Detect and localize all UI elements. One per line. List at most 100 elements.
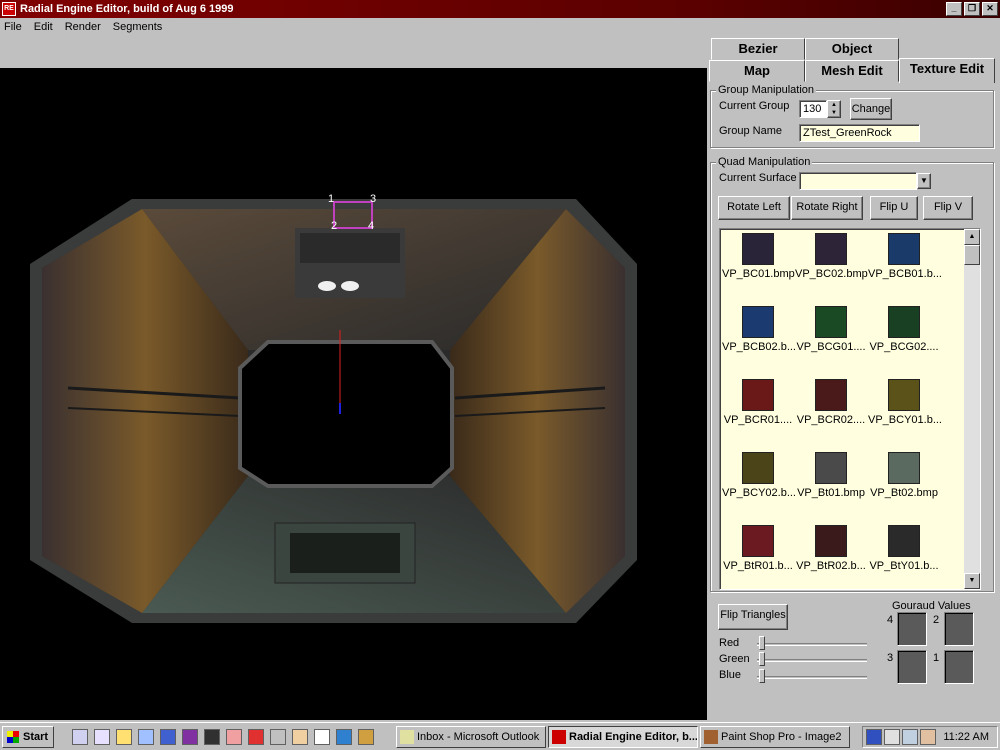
quicklaunch-notepad-icon[interactable] (314, 729, 330, 745)
tab-object[interactable]: Object (805, 38, 899, 60)
quicklaunch-paint-icon[interactable] (292, 729, 308, 745)
menu-bar: File Edit Render Segments (0, 18, 1000, 36)
quicklaunch-app-icon[interactable] (182, 729, 198, 745)
menu-edit[interactable]: Edit (34, 21, 53, 33)
texture-list[interactable]: VP_BC01.bmp VP_BC02.bmp VP_BCB01.b... VP_BC… (719, 228, 981, 590)
envelope-icon (400, 730, 414, 744)
texture-item[interactable]: VP_BCG01.... (795, 306, 867, 353)
texture-item[interactable]: VP_Bt01.bmp (795, 452, 867, 499)
texture-item[interactable]: VP_Bt02.bmp (868, 452, 940, 499)
texture-thumbnail (888, 452, 920, 484)
texture-name: VP_BCY01.b... (868, 414, 942, 426)
red-slider-thumb[interactable] (759, 636, 765, 650)
tray-network-icon[interactable] (884, 729, 900, 745)
tab-bezier[interactable]: Bezier (711, 38, 805, 60)
green-slider-track[interactable] (757, 659, 867, 662)
tray-app-icon[interactable] (920, 729, 936, 745)
quicklaunch-tree-icon[interactable] (270, 729, 286, 745)
chevron-down-icon[interactable]: ▼ (917, 173, 931, 189)
texture-item[interactable]: VP_BtR01.b... (722, 525, 794, 572)
texture-item[interactable]: VP_BtR02.b... (795, 525, 867, 572)
blue-slider-track[interactable] (757, 676, 867, 679)
texture-item[interactable]: VP_BC01.bmp (722, 233, 795, 280)
task-paint-shop-pro[interactable]: Paint Shop Pro - Image2 (700, 726, 850, 748)
task-paint-shop-pro-label: Paint Shop Pro - Image2 (721, 731, 842, 743)
vertex-label-2: 2 (331, 220, 337, 232)
texture-item[interactable]: VP_BtY01.b... (868, 525, 940, 572)
app-icon[interactable]: RE (2, 2, 16, 16)
texture-item[interactable]: VP_BCB01.b... (868, 233, 942, 280)
texture-thumbnail (815, 452, 847, 484)
quicklaunch-terminal-icon[interactable] (204, 729, 220, 745)
3d-viewport[interactable]: 1 3 2 4 (0, 68, 707, 720)
quicklaunch-search-icon[interactable] (116, 729, 132, 745)
task-radial-engine-label: Radial Engine Editor, b... (569, 731, 698, 743)
change-button[interactable]: Change (850, 98, 892, 120)
tray-shield-icon[interactable] (866, 729, 882, 745)
current-group-input[interactable]: 130 (799, 100, 827, 118)
texture-item[interactable]: VP_BCR01.... (722, 379, 794, 426)
menu-file[interactable]: File (4, 21, 22, 33)
gouraud-box-3[interactable] (897, 650, 927, 684)
task-outlook[interactable]: Inbox - Microsoft Outlook (396, 726, 546, 748)
rotate-right-button[interactable]: Rotate Right (791, 196, 863, 220)
restore-button[interactable]: ❐ (964, 2, 980, 16)
group-name-input[interactable]: ZTest_GreenRock (799, 124, 920, 142)
texture-thumbnail (815, 306, 847, 338)
editor-panel: Bezier Object Map Mesh Edit Texture Edit… (707, 36, 1000, 720)
texture-item[interactable]: VP_BC02.bmp (795, 233, 868, 280)
gouraud-box-4[interactable] (897, 612, 927, 646)
texture-thumbnail (888, 306, 920, 338)
texture-list-scrollbar[interactable]: ▲ ▼ (964, 229, 980, 589)
flip-triangles-button[interactable]: Flip Triangles (718, 604, 788, 630)
texture-item[interactable]: VP_BCY02.b... (722, 452, 796, 499)
group-spinner[interactable]: ▲ ▼ (827, 100, 841, 118)
flip-v-button[interactable]: Flip V (923, 196, 973, 220)
texture-name: VP_BCG01.... (796, 341, 866, 353)
texture-item[interactable]: VP_BCG02.... (868, 306, 940, 353)
tab-mesh-edit[interactable]: Mesh Edit (805, 60, 899, 82)
texture-item[interactable]: VP_BCY01.b... (868, 379, 942, 426)
task-radial-engine[interactable]: Radial Engine Editor, b... (548, 726, 698, 748)
gouraud-values-title: Gouraud Values (892, 600, 971, 612)
quicklaunch-word-icon[interactable] (160, 729, 176, 745)
task-outlook-label: Inbox - Microsoft Outlook (417, 731, 540, 743)
red-slider-track[interactable] (757, 643, 867, 646)
blue-slider-thumb[interactable] (759, 669, 765, 683)
menu-segments[interactable]: Segments (113, 21, 163, 33)
gouraud-box-2[interactable] (944, 612, 974, 646)
texture-item[interactable]: VP_BCB02.b... (722, 306, 796, 353)
quicklaunch-explorer-icon[interactable] (72, 729, 88, 745)
texture-name: VP_BtR01.b... (723, 560, 793, 572)
texture-thumbnail (888, 379, 920, 411)
quicklaunch-folder-icon[interactable] (358, 729, 374, 745)
tab-map[interactable]: Map (709, 60, 805, 82)
quicklaunch-desktop-icon[interactable] (138, 729, 154, 745)
rotate-left-button[interactable]: Rotate Left (718, 196, 790, 220)
quicklaunch-tool-icon[interactable] (226, 729, 242, 745)
quicklaunch-acrobat-icon[interactable] (248, 729, 264, 745)
vertex-label-1: 1 (328, 193, 334, 205)
quicklaunch-monitor-icon[interactable] (336, 729, 352, 745)
flip-u-button[interactable]: Flip U (870, 196, 918, 220)
red-slider-label: Red (719, 637, 740, 649)
tab-texture-edit[interactable]: Texture Edit (899, 58, 995, 83)
texture-name: VP_BCG02.... (869, 341, 939, 353)
scroll-thumb[interactable] (964, 245, 980, 265)
texture-item[interactable]: VP_BCR02.... (795, 379, 867, 426)
gouraud-box-1[interactable] (944, 650, 974, 684)
menu-render[interactable]: Render (65, 21, 101, 33)
start-button[interactable]: Start (2, 726, 54, 748)
texture-name: VP_BC02.bmp (795, 268, 868, 280)
close-button[interactable]: ✕ (982, 2, 998, 16)
green-slider-thumb[interactable] (759, 652, 765, 666)
window-title: Radial Engine Editor, build of Aug 6 199… (20, 3, 234, 15)
system-tray: 11:22 AM (862, 726, 998, 748)
texture-thumbnail (742, 306, 774, 338)
current-surface-select[interactable] (799, 172, 917, 190)
tray-speaker-icon[interactable] (902, 729, 918, 745)
quicklaunch-browser-icon[interactable] (94, 729, 110, 745)
scroll-up-icon[interactable]: ▲ (964, 229, 980, 245)
scroll-down-icon[interactable]: ▼ (964, 573, 980, 589)
minimize-button[interactable]: _ (946, 2, 962, 16)
